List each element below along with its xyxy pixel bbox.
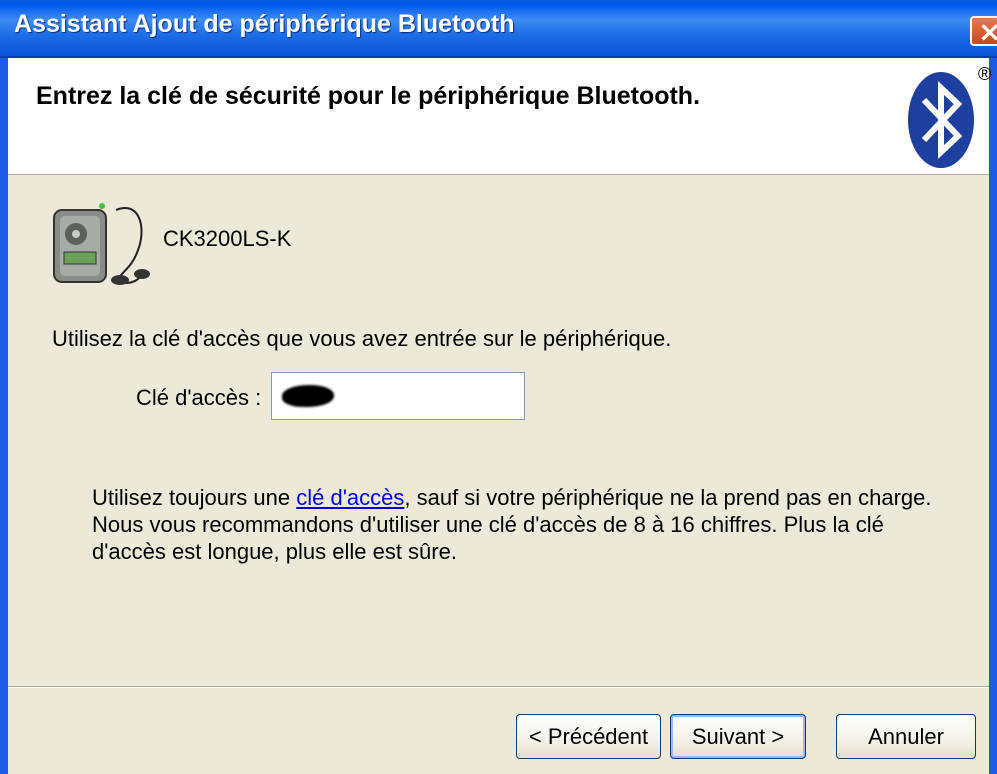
instruction-text: Utilisez la clé d'accès que vous avez en… bbox=[52, 326, 672, 351]
title-bar[interactable]: Assistant Ajout de périphérique Bluetoot… bbox=[0, 0, 997, 58]
previous-button[interactable]: < Précédent bbox=[516, 714, 661, 759]
window-title: Assistant Ajout de périphérique Bluetoot… bbox=[14, 10, 515, 38]
passkey-help-link[interactable]: clé d'accès bbox=[296, 485, 404, 510]
redacted-passkey bbox=[282, 385, 334, 407]
device-name: CK3200LS-K bbox=[163, 226, 292, 251]
page-title: Entrez la clé de sécurité pour le périph… bbox=[36, 82, 701, 110]
passkey-label: Clé d'accès : bbox=[136, 385, 262, 410]
bluetooth-logo-icon bbox=[908, 72, 974, 168]
passkey-input[interactable] bbox=[271, 372, 525, 420]
mp3-player-icon bbox=[53, 203, 150, 285]
note-text-start: Utilisez toujours une bbox=[92, 485, 297, 510]
close-icon: × bbox=[978, 15, 997, 48]
window-frame-right bbox=[989, 58, 997, 774]
wizard-header: Entrez la clé de sécurité pour le périph… bbox=[8, 58, 992, 175]
window-frame-left bbox=[0, 58, 8, 774]
passkey-note: Utilisez toujours une clé d'accès, sauf … bbox=[92, 484, 952, 565]
bluetooth-wizard-window: Assistant Ajout de périphérique Bluetoot… bbox=[0, 0, 997, 774]
cancel-button[interactable]: Annuler bbox=[836, 714, 976, 759]
registered-mark: ® bbox=[978, 64, 992, 84]
footer-separator bbox=[8, 686, 989, 688]
next-button[interactable]: Suivant > bbox=[670, 714, 806, 759]
close-button[interactable]: × bbox=[970, 15, 997, 48]
